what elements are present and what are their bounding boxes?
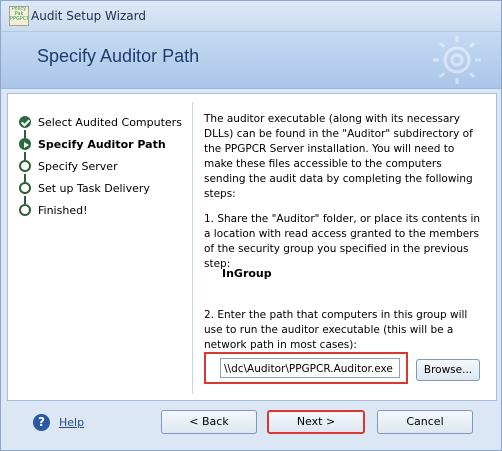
step-list: Select Audited Computers Specify Auditor…	[16, 112, 191, 222]
cancel-button[interactable]: Cancel	[377, 410, 473, 434]
check-icon	[19, 116, 31, 128]
help-icon[interactable]: ?	[33, 414, 50, 431]
group-name: InGroup	[222, 267, 272, 280]
help-link[interactable]: Help	[59, 416, 84, 429]
share-instruction-text: 1. Share the "Auditor" folder, or place …	[204, 213, 481, 270]
gear-icon	[433, 36, 481, 84]
title-bar: Policy Pak PPGPCR Audit Setup Wizard	[1, 1, 501, 32]
step-item: Finished!	[16, 200, 191, 222]
wizard-header: Specify Auditor Path	[1, 32, 501, 89]
step-item: Set up Task Delivery	[16, 178, 191, 204]
window-title: Audit Setup Wizard	[31, 9, 146, 23]
arrow-right-icon	[19, 138, 31, 150]
back-button[interactable]: < Back	[161, 410, 257, 434]
circle-icon	[19, 182, 31, 194]
wizard-window: Policy Pak PPGPCR Audit Setup Wizard Spe…	[0, 0, 502, 451]
path-highlight: \\dc\Auditor\PPGPCR.Auditor.exe	[204, 352, 408, 384]
step-label: Specify Server	[38, 160, 118, 173]
step-item: Specify Auditor Path	[16, 134, 191, 160]
step-label: Specify Auditor Path	[38, 138, 166, 151]
circle-icon	[19, 160, 31, 172]
next-button[interactable]: Next >	[267, 410, 365, 434]
circle-icon	[19, 204, 31, 216]
wizard-content: Select Audited Computers Specify Auditor…	[7, 93, 497, 401]
step-label: Select Audited Computers	[38, 116, 182, 129]
step-item: Select Audited Computers	[16, 112, 191, 138]
auditor-path-input[interactable]: \\dc\Auditor\PPGPCR.Auditor.exe	[220, 358, 400, 378]
app-logo-icon: Policy Pak PPGPCR	[9, 6, 29, 26]
step-label: Finished!	[38, 204, 88, 217]
step-label: Set up Task Delivery	[38, 182, 150, 195]
step-item: Specify Server	[16, 156, 191, 182]
intro-text: The auditor executable (along with its n…	[204, 113, 473, 200]
browse-button[interactable]: Browse...	[416, 359, 480, 381]
wizard-footer: ? Help < Back Next > Cancel	[1, 401, 501, 450]
path-instruction-text: 2. Enter the path that computers in this…	[204, 309, 468, 351]
panel-divider	[192, 102, 193, 394]
page-title: Specify Auditor Path	[37, 46, 200, 66]
